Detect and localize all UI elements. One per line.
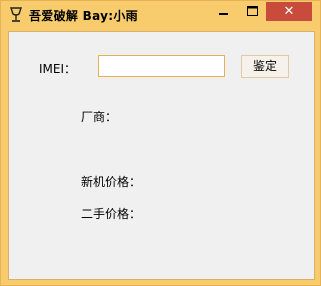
close-button[interactable]: ✕ [266,2,312,21]
minimize-icon [219,13,228,15]
new-price-label: 新机价格： [81,175,142,189]
window-title: 吾爱破解 Bay:小雨 [29,9,138,23]
title-bar[interactable]: 吾爱破解 Bay:小雨 ✕ [1,1,320,29]
cup-icon [9,7,23,23]
maximize-icon [247,6,258,16]
imei-label: IMEI： [39,62,77,76]
client-area: IMEI： 鉴定 厂商： 新机价格： 二手价格： [8,31,315,280]
manufacturer-label: 厂商： [81,110,118,124]
used-price-label: 二手价格： [81,207,142,221]
imei-input[interactable] [98,55,225,77]
minimize-button[interactable] [210,2,237,21]
maximize-button[interactable] [239,2,266,21]
app-window: 吾爱破解 Bay:小雨 ✕ IMEI： 鉴定 厂商： 新机价格： 二手价格： [0,0,321,286]
close-icon: ✕ [283,4,295,19]
check-button[interactable]: 鉴定 [241,55,289,78]
